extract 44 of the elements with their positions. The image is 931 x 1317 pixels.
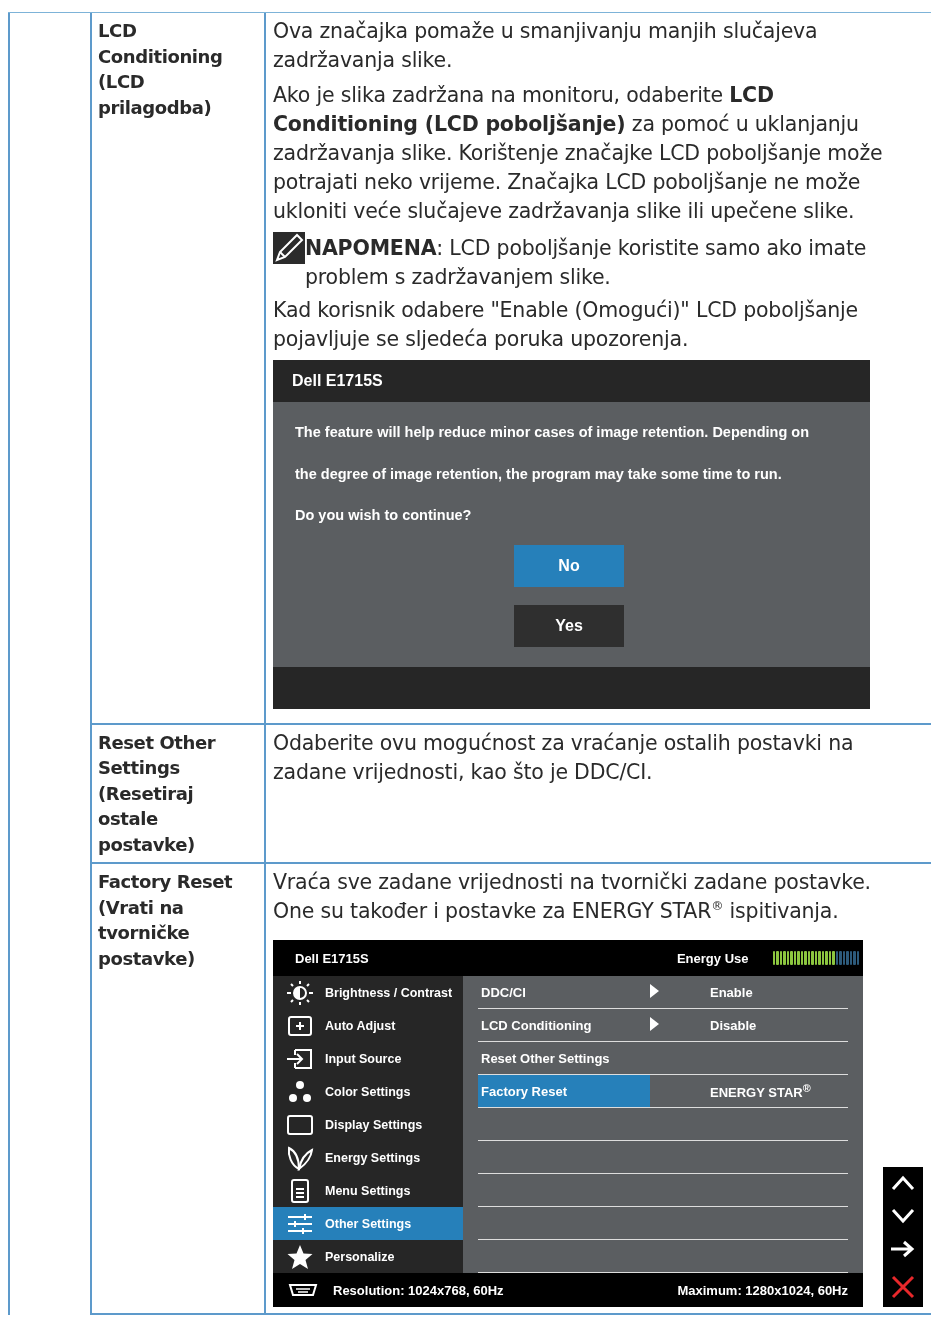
vga-connector-icon <box>287 1283 319 1297</box>
submenu-item[interactable]: DDC/CI <box>478 976 650 1008</box>
description-text: Ako je slika zadržana na monitoru, odaberite LCD Conditioning (LCD poboljšanje) za pomoć u uklanjanju zadržavanja slike. Korištenje značajke LCD poboljšanje može potrajati neko vrijeme. Značajka LCD poboljšanje ne može ukloniti veće slučajeve zadržavanja slike ili upečene slike. <box>273 82 884 225</box>
menu-item[interactable]: Other Settings <box>273 1207 463 1240</box>
resolution-text: Resolution: 1024x768, 60Hz <box>333 1282 505 1298</box>
menu-item[interactable]: Display Settings <box>273 1108 463 1141</box>
maximum-resolution-text: Maximum: 1280x1024, 60Hz <box>677 1282 848 1298</box>
menu-item[interactable]: Menu Settings <box>273 1174 463 1207</box>
setting-name: Reset Other Settings (Resetiraj ostale postavke) <box>98 730 217 857</box>
osd-title: Dell E1715S <box>295 950 370 966</box>
setting-name: LCD Conditioning (LCD prilagodba) <box>98 19 224 120</box>
down-icon[interactable] <box>891 1207 915 1224</box>
leaf-icon <box>285 1144 315 1171</box>
close-icon[interactable] <box>891 1274 915 1299</box>
description-text: Ova značajka pomaže u smanjivanju manjih slučajeva zadržavanja slike. <box>273 18 819 74</box>
note-text: NAPOMENA: LCD poboljšanje koristite samo ako imate problem s zadržavanjem slike. <box>305 235 868 291</box>
description-text: Kad korisnik odabere "Enable (Omogući)" LCD poboljšanje pojavljuje se sljedeća poruka upozorenja. <box>273 297 859 353</box>
description-text: Vraća sve zadane vrijednosti na tvornički zadane postavke. One su također i postavke za ENERGY STAR$^{®}$ ispitivanja. <box>273 869 872 925</box>
star-icon <box>285 1243 315 1270</box>
menu-item[interactable]: Input Source <box>273 1042 463 1075</box>
description-text: Odaberite ovu mogućnost za vraćanje ostalih postavki na zadane vrijednosti, kao što je DDC/CI. <box>273 729 855 786</box>
submenu-item[interactable]: Factory Reset <box>478 1075 650 1107</box>
sun-icon <box>285 979 315 1006</box>
dialog-title: Dell E1715S <box>292 372 383 390</box>
menu-item[interactable]: Energy Settings <box>273 1141 463 1174</box>
right-arrow-icon[interactable] <box>890 1240 916 1259</box>
dialog-text: The feature will help reduce minor cases of image retention. Depending on <box>295 423 811 442</box>
menu-item[interactable]: Brightness / Contrast <box>273 976 463 1009</box>
menu-item[interactable]: Color Settings <box>273 1075 463 1108</box>
dialog-button[interactable]: No <box>514 544 624 587</box>
setting-name: Factory Reset (Vrati na tvorničke postavke) <box>98 870 234 971</box>
menu-item[interactable]: Auto Adjust <box>273 1009 463 1042</box>
dialog-text: the degree of image retention, the program may take some time to run. <box>295 464 783 484</box>
dialog-button[interactable]: Yes <box>514 604 624 647</box>
submenu-item[interactable]: LCD Conditioning <box>478 1009 650 1041</box>
pencil-icon <box>273 232 305 264</box>
dialog-text: Do you wish to continue? <box>295 506 473 525</box>
energy-label: Energy Use <box>676 950 749 966</box>
submenu-item[interactable]: Reset Other Settings <box>478 1042 650 1074</box>
menu-item[interactable]: Personalize <box>273 1240 463 1273</box>
option-value: ENERGY STAR$^{®}$ <box>709 1081 811 1101</box>
up-icon[interactable] <box>891 1175 915 1192</box>
option-value: Disable <box>709 1017 757 1033</box>
option-value: Enable <box>709 984 753 1000</box>
